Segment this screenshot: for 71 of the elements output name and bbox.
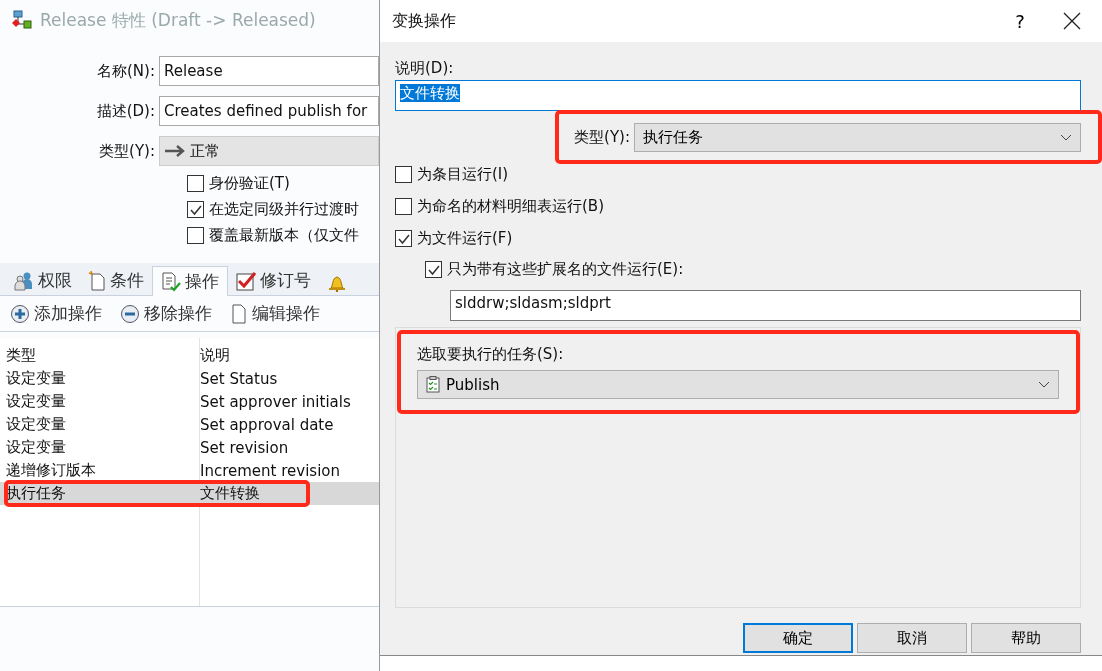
description-field[interactable]: 文件转换 xyxy=(395,80,1081,111)
field-label: 描述(D): xyxy=(95,101,156,121)
table-cell-text: 设定变量 xyxy=(5,415,67,434)
field-label: 类型(Y): xyxy=(574,128,630,147)
field-label: 类型(Y): xyxy=(98,141,156,161)
column-header[interactable]: 说明 xyxy=(200,346,230,365)
clipboard-check-icon xyxy=(426,376,440,393)
dialog-title: 变换操作 xyxy=(392,10,457,32)
checked-list-icon xyxy=(161,271,181,292)
new-page-icon xyxy=(88,270,106,291)
dialog-button[interactable]: 取消 xyxy=(857,623,967,653)
table-cell: Set approval date xyxy=(200,415,334,434)
close-icon xyxy=(1063,12,1081,30)
users-icon xyxy=(14,270,34,291)
task-dropdown[interactable]: Publish xyxy=(417,370,1059,399)
toolbar-button[interactable]: 添加操作 xyxy=(8,300,104,327)
checkbox[interactable] xyxy=(395,198,412,215)
checkbox-label: 身份验证(T) xyxy=(209,174,290,193)
checkbox[interactable] xyxy=(187,175,204,192)
table-cell-text: 设定变量 xyxy=(5,369,67,388)
toolbar-button[interactable]: 移除操作 xyxy=(118,300,214,327)
toolbar-button[interactable]: 编辑操作 xyxy=(228,300,322,327)
checkbox-label: 为条目运行(I) xyxy=(417,165,509,184)
table-row[interactable]: 设定变量 Set revision xyxy=(0,436,379,459)
checkbox[interactable] xyxy=(395,166,412,183)
chevron-down-icon xyxy=(1060,133,1072,142)
checkbox-label: 为命名的材料明细表运行(B) xyxy=(417,197,604,216)
type-dropdown[interactable]: 执行任务 xyxy=(634,123,1081,152)
table-row[interactable]: 设定变量 Set approver initials xyxy=(0,390,379,413)
table-row[interactable]: 设定变量 Set approval date xyxy=(0,413,379,436)
table-cell-text: 设定变量 xyxy=(5,438,67,457)
checkbox-label: 在选定同级并行过渡时 xyxy=(209,200,359,219)
checkbox[interactable] xyxy=(187,227,204,244)
table-cell: Set approver initials xyxy=(200,392,351,411)
description-field[interactable]: Creates defined publish for xyxy=(159,96,379,126)
field-label: 说明(D): xyxy=(395,59,455,78)
checkbox[interactable] xyxy=(395,230,412,247)
help-button[interactable]: ? xyxy=(998,1,1042,41)
checkbox[interactable] xyxy=(425,261,442,278)
add-icon xyxy=(10,303,30,324)
table-cell-text: 设定变量 xyxy=(5,392,67,411)
workflow-icon xyxy=(10,10,32,30)
page-icon xyxy=(230,303,248,324)
tab[interactable]: 操作 xyxy=(152,266,228,296)
table-row[interactable]: 递增修订版本 Increment revision xyxy=(0,459,379,482)
window-title: Release 特性 (Draft -> Released) xyxy=(40,8,316,32)
table-cell: Set Status xyxy=(200,369,278,388)
tab[interactable]: 条件 xyxy=(80,266,152,295)
field-label: 选取要执行的任务(S): xyxy=(417,345,565,364)
checkbox[interactable] xyxy=(187,201,204,218)
column-header[interactable]: 类型 xyxy=(0,346,200,365)
tab[interactable]: 修订号 xyxy=(228,266,319,295)
type-value: 正常 xyxy=(190,141,220,161)
table-cell-text: 递增修订版本 xyxy=(5,461,97,480)
name-field[interactable]: Release xyxy=(159,56,379,86)
arrow-icon xyxy=(164,144,186,158)
table-row[interactable]: 设定变量 Set Status xyxy=(0,367,379,390)
table-cell: Set revision xyxy=(200,438,289,457)
checkbox-label: 为文件运行(F) xyxy=(417,229,513,248)
checkbox-icon xyxy=(236,270,256,291)
table-cell: 文件转换 xyxy=(200,484,260,503)
tab[interactable]: 权限 xyxy=(6,266,80,295)
chevron-down-icon xyxy=(1038,380,1050,389)
dialog-button[interactable]: 帮助 xyxy=(971,623,1081,653)
checkbox-label: 覆盖最新版本（仅文件 xyxy=(209,226,359,245)
field-label: 名称(N): xyxy=(96,61,156,81)
table-cell: Increment revision xyxy=(200,461,341,480)
dialog-button[interactable]: 确定 xyxy=(743,623,853,653)
remove-icon xyxy=(120,303,140,324)
extensions-field[interactable]: slddrw;sldasm;sldprt xyxy=(450,290,1081,321)
checkbox-label: 只为带有这些扩展名的文件运行(E): xyxy=(447,260,684,279)
